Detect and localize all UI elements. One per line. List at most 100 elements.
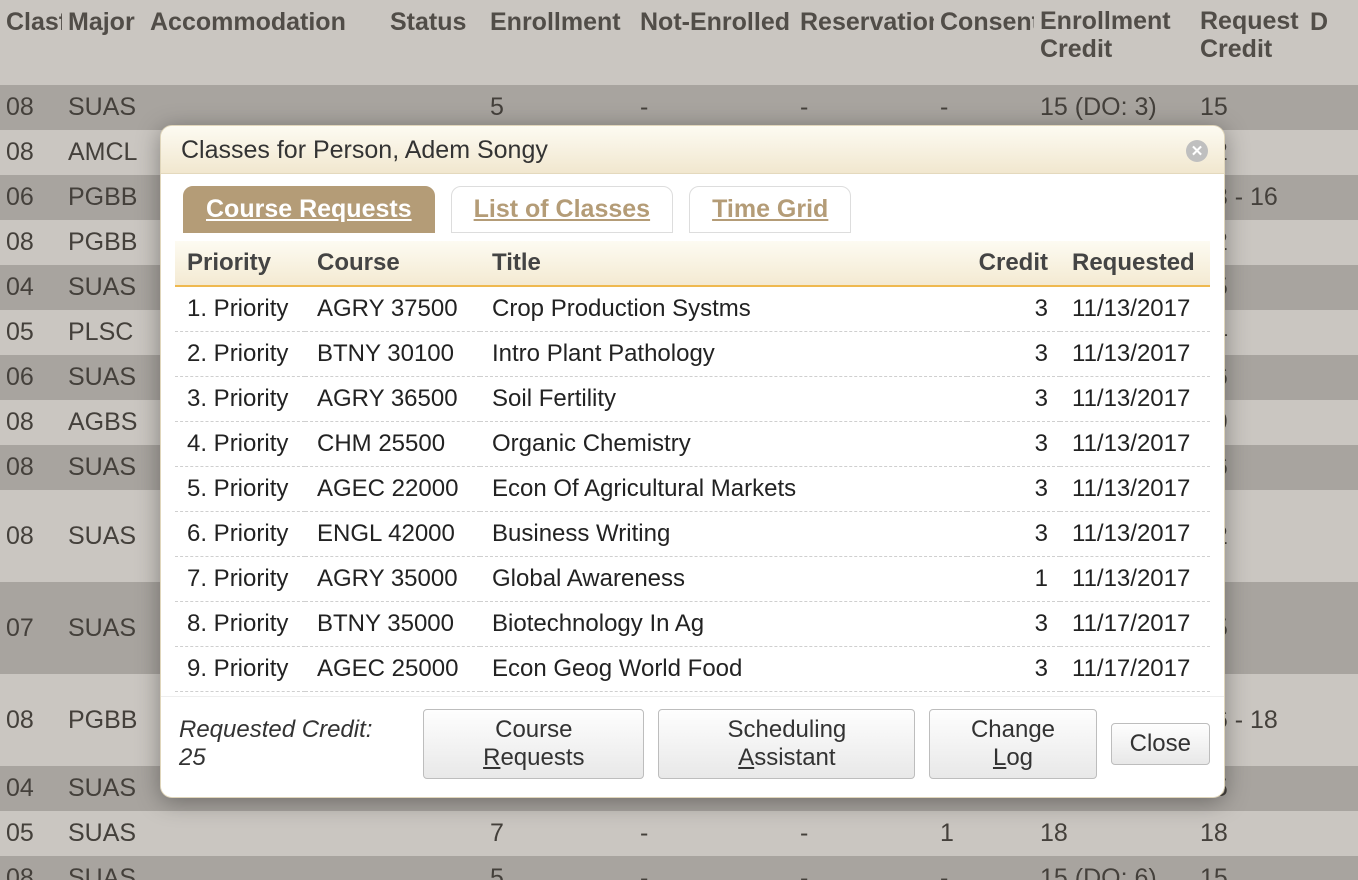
- cell-priority: 1. Priority: [175, 286, 305, 332]
- cell: [144, 85, 384, 130]
- cell: PLSC: [62, 310, 144, 355]
- cell: -: [794, 856, 934, 880]
- course-requests-button[interactable]: Course Requests: [423, 709, 644, 779]
- cell: [384, 811, 484, 856]
- cell: PGBB: [62, 674, 144, 766]
- table-row[interactable]: 08SUAS5---15 (DO: 6)15: [0, 856, 1358, 880]
- course-request-row[interactable]: 1. PriorityAGRY 37500Crop Production Sys…: [175, 286, 1210, 332]
- col-status[interactable]: Status: [384, 0, 484, 85]
- cell-credit: 3: [967, 422, 1060, 467]
- tab-time-grid[interactable]: Time Grid: [689, 186, 851, 233]
- cell-credit: 3: [967, 377, 1060, 422]
- cell: 15: [1194, 85, 1304, 130]
- cell: [1304, 490, 1358, 582]
- cell-title: Intro Plant Pathology: [480, 332, 967, 377]
- cell: [1304, 445, 1358, 490]
- cell-priority: 8. Priority: [175, 602, 305, 647]
- cell: 15: [1194, 856, 1304, 880]
- cell: 08: [0, 856, 62, 880]
- cell: SUAS: [62, 811, 144, 856]
- cell-requested: 11/13/2017: [1060, 286, 1210, 332]
- col-enroll-credit-line1: Enrollment: [1040, 7, 1171, 35]
- btn-sa-ul: A: [738, 744, 754, 771]
- cell: 15 (DO: 3): [1034, 85, 1194, 130]
- col-reservation[interactable]: Reservation: [794, 0, 934, 85]
- col-request-credit[interactable]: Request Credit: [1194, 0, 1304, 85]
- col-enrollment[interactable]: Enrollment: [484, 0, 634, 85]
- cell: [384, 856, 484, 880]
- cell: 08: [0, 490, 62, 582]
- cell: 5: [484, 856, 634, 880]
- course-request-row[interactable]: 8. PriorityBTNY 35000Biotechnology In Ag…: [175, 602, 1210, 647]
- cell: [1304, 220, 1358, 265]
- cell: -: [794, 85, 934, 130]
- dlg-col-title[interactable]: Title: [480, 241, 967, 286]
- cell: SUAS: [62, 856, 144, 880]
- dlg-col-priority[interactable]: Priority: [175, 241, 305, 286]
- cell: SUAS: [62, 445, 144, 490]
- dialog-title-text: Classes for Person, Adem Songy: [181, 136, 548, 165]
- cell: 08: [0, 445, 62, 490]
- cell: 05: [0, 811, 62, 856]
- course-request-row[interactable]: 5. PriorityAGEC 22000Econ Of Agricultura…: [175, 467, 1210, 512]
- cell: PGBB: [62, 175, 144, 220]
- cell-priority: 9. Priority: [175, 647, 305, 692]
- cell: -: [634, 811, 794, 856]
- close-button[interactable]: Close: [1111, 723, 1210, 765]
- col-not-enrolled[interactable]: Not-Enrolled: [634, 0, 794, 85]
- course-request-row[interactable]: 7. PriorityAGRY 35000Global Awareness111…: [175, 557, 1210, 602]
- cell-requested: 11/13/2017: [1060, 332, 1210, 377]
- cell: PGBB: [62, 220, 144, 265]
- col-extra[interactable]: D: [1304, 0, 1358, 85]
- cell-title: Organic Chemistry: [480, 422, 967, 467]
- course-request-row[interactable]: 2. PriorityBTNY 30100Intro Plant Patholo…: [175, 332, 1210, 377]
- cell: -: [794, 811, 934, 856]
- dlg-col-course[interactable]: Course: [305, 241, 480, 286]
- cell: [1304, 130, 1358, 175]
- cell: 05: [0, 310, 62, 355]
- scheduling-assistant-button[interactable]: Scheduling Assistant: [658, 709, 915, 779]
- col-enroll-credit[interactable]: Enrollment Credit: [1034, 0, 1194, 85]
- cell-course: BTNY 35000: [305, 602, 480, 647]
- cell-priority: 5. Priority: [175, 467, 305, 512]
- col-major[interactable]: Major: [62, 0, 144, 85]
- cell-priority: 6. Priority: [175, 512, 305, 557]
- btn-cr-ul: R: [483, 744, 500, 771]
- close-icon[interactable]: ✕: [1186, 140, 1208, 162]
- requested-credit-label: Requested Credit: 25: [179, 716, 403, 772]
- table-row[interactable]: 08SUAS5---15 (DO: 3)15: [0, 85, 1358, 130]
- dialog-tabs: Course Requests List of Classes Time Gri…: [175, 182, 1210, 241]
- cell: 04: [0, 265, 62, 310]
- col-consent[interactable]: Consent: [934, 0, 1034, 85]
- cell: SUAS: [62, 265, 144, 310]
- course-request-row[interactable]: 3. PriorityAGRY 36500Soil Fertility311/1…: [175, 377, 1210, 422]
- change-log-button[interactable]: Change Log: [929, 709, 1096, 779]
- cell: [1304, 582, 1358, 674]
- cell: [1304, 674, 1358, 766]
- dlg-col-credit[interactable]: Credit: [967, 241, 1060, 286]
- course-request-row[interactable]: 4. PriorityCHM 25500Organic Chemistry311…: [175, 422, 1210, 467]
- btn-cr-pre: Course: [495, 716, 572, 743]
- btn-cl-ul: L: [993, 744, 1006, 771]
- course-request-row[interactable]: 6. PriorityENGL 42000Business Writing311…: [175, 512, 1210, 557]
- tab-list-of-classes-label: List of Classes: [474, 195, 650, 223]
- course-request-row[interactable]: 9. PriorityAGEC 25000Econ Geog World Foo…: [175, 647, 1210, 692]
- cell-requested: 11/13/2017: [1060, 467, 1210, 512]
- cell: 08: [0, 674, 62, 766]
- dlg-col-requested[interactable]: Requested: [1060, 241, 1210, 286]
- col-accommodation[interactable]: Accommodation: [144, 0, 384, 85]
- col-clasf[interactable]: Clasf: [0, 0, 62, 85]
- tab-course-requests[interactable]: Course Requests: [183, 186, 435, 233]
- table-row[interactable]: 05SUAS7--11818: [0, 811, 1358, 856]
- cell: [1304, 355, 1358, 400]
- cell: -: [634, 85, 794, 130]
- cell: 08: [0, 400, 62, 445]
- cell-credit: 3: [967, 512, 1060, 557]
- btn-sa-pre: Scheduling: [728, 716, 847, 743]
- cell: [1304, 310, 1358, 355]
- tab-list-of-classes[interactable]: List of Classes: [451, 186, 673, 233]
- cell-credit: 3: [967, 286, 1060, 332]
- cell-title: Econ Of Agricultural Markets: [480, 467, 967, 512]
- btn-cl-pre: Change: [971, 716, 1055, 743]
- course-requests-table: Priority Course Title Credit Requested 1…: [175, 241, 1210, 692]
